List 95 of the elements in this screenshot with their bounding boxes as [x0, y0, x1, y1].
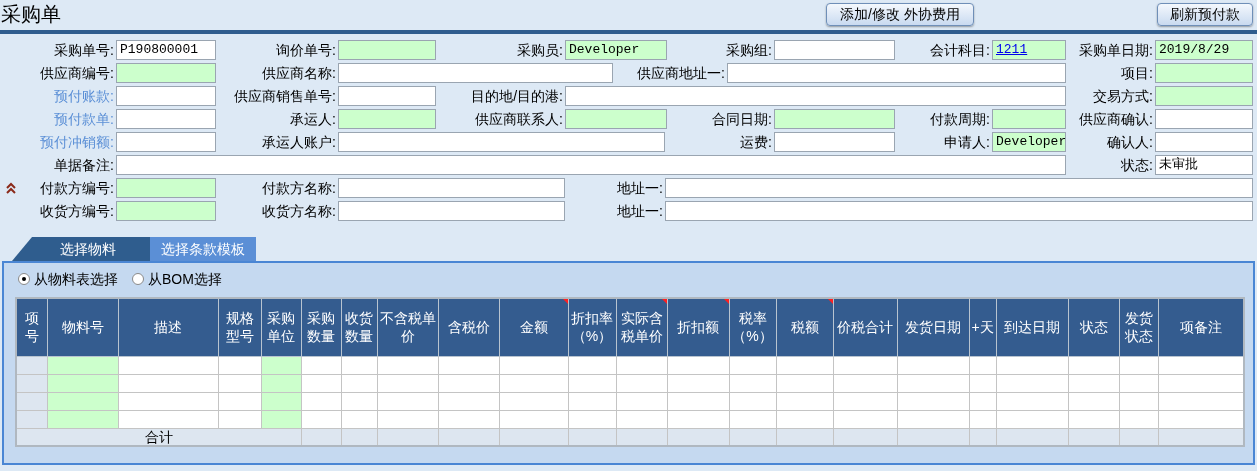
input-field[interactable] [338, 63, 613, 83]
field-label: 承运人: [290, 109, 336, 129]
input-field[interactable] [116, 86, 216, 106]
input-field[interactable] [116, 132, 216, 152]
input-field[interactable] [338, 40, 436, 60]
field-label: 会计科目: [930, 40, 990, 60]
field-label: 采购员: [517, 40, 563, 60]
field-label: 供应商地址一: [637, 63, 725, 83]
input-field[interactable] [116, 155, 1066, 175]
double-chevron-up-icon[interactable] [5, 182, 17, 194]
field-label: 询价单号: [276, 40, 336, 60]
column-header: 发货状态 [1119, 298, 1158, 356]
input-field[interactable] [116, 63, 216, 83]
field-label: 地址一: [617, 201, 663, 221]
input-field[interactable] [665, 201, 1253, 221]
input-field[interactable] [565, 109, 667, 129]
input-field[interactable] [338, 86, 436, 106]
input-field[interactable] [338, 178, 565, 198]
field-label: 项目: [1121, 63, 1153, 83]
column-header: 项备注 [1158, 298, 1244, 356]
field-label: 申请人: [944, 132, 990, 152]
column-header: 金额 [499, 298, 568, 356]
input-field[interactable] [992, 109, 1066, 129]
field-label: 确认人: [1107, 132, 1153, 152]
column-header: 折扣率（%） [568, 298, 616, 356]
input-field[interactable] [338, 109, 436, 129]
field-label: 付款周期: [930, 109, 990, 129]
field-label: 付款方名称: [262, 178, 336, 198]
field-label: 采购组: [726, 40, 772, 60]
input-field[interactable] [665, 178, 1253, 198]
field-label: 合同日期: [712, 109, 772, 129]
field-label: 收货方编号: [40, 201, 114, 221]
column-header: 规格型号 [218, 298, 261, 356]
column-header: 发货日期 [897, 298, 969, 356]
column-header: 项号 [16, 298, 47, 356]
radio-button[interactable] [18, 273, 30, 285]
field-label: 目的地/目的港: [471, 86, 563, 106]
column-header: 税率（%） [729, 298, 776, 356]
input-field[interactable] [116, 201, 216, 221]
field-label: 付款方编号: [40, 178, 114, 198]
input-field[interactable]: 未审批 [1155, 155, 1253, 175]
input-field[interactable] [565, 86, 1066, 106]
column-header: 状态 [1068, 298, 1119, 356]
column-header: 税额 [776, 298, 833, 356]
input-field[interactable]: 2019/8/29 [1155, 40, 1253, 60]
field-label: 供应商编号: [40, 63, 114, 83]
field-label: 单据备注: [54, 155, 114, 175]
field-label: 供应商销售单号: [234, 86, 336, 106]
action-button[interactable]: 刷新预付款 [1157, 3, 1253, 26]
action-button[interactable]: 添加/修改 外协费用 [826, 3, 974, 26]
link[interactable]: 1211 [996, 41, 1028, 59]
column-header: +天 [969, 298, 996, 356]
page-title: 采购单 [0, 2, 62, 27]
tab[interactable]: 选择物料 [12, 237, 150, 261]
column-header: 不含税单价 [377, 298, 438, 356]
input-field[interactable] [1155, 109, 1253, 129]
field-label: 运费: [740, 132, 772, 152]
input-field[interactable] [116, 178, 216, 198]
column-header: 采购数量 [301, 298, 341, 356]
input-field[interactable] [1155, 86, 1253, 106]
field-label: 供应商联系人: [475, 109, 563, 129]
input-field[interactable] [774, 40, 895, 60]
input-field[interactable] [774, 132, 895, 152]
input-field[interactable] [774, 109, 895, 129]
input-field[interactable] [1155, 63, 1253, 83]
input-field[interactable] [727, 63, 1066, 83]
field-label: 承运人账户: [262, 132, 336, 152]
column-header: 价税合计 [833, 298, 897, 356]
input-field[interactable] [338, 201, 565, 221]
input-field[interactable]: Developer [565, 40, 667, 60]
column-header: 收货数量 [341, 298, 377, 356]
input-field[interactable]: P190800001 [116, 40, 216, 60]
radio-button[interactable] [132, 273, 144, 285]
input-field[interactable] [116, 109, 216, 129]
column-header: 到达日期 [996, 298, 1068, 356]
column-header: 采购单位 [261, 298, 301, 356]
field-label: 采购单号: [54, 40, 114, 60]
field-label: 收货方名称: [262, 201, 336, 221]
field-label: 地址一: [617, 178, 663, 198]
field-label: 供应商确认: [1079, 109, 1153, 129]
input-field[interactable]: Developer [992, 132, 1066, 152]
field-label: 状态: [1121, 155, 1153, 175]
field-label: 采购单日期: [1079, 40, 1153, 60]
radio-label[interactable]: 从BOM选择 [148, 268, 222, 290]
field-label: 供应商名称: [262, 63, 336, 83]
column-header: 折扣额 [667, 298, 729, 356]
input-field[interactable] [338, 132, 665, 152]
column-header: 实际含税单价 [616, 298, 667, 356]
radio-label[interactable]: 从物料表选择 [34, 268, 118, 290]
input-field[interactable]: 1211 [992, 40, 1066, 60]
column-header: 含税价 [438, 298, 499, 356]
input-field[interactable] [1155, 132, 1253, 152]
column-header: 物料号 [47, 298, 118, 356]
column-header: 描述 [118, 298, 218, 356]
field-label: 交易方式: [1093, 86, 1153, 106]
